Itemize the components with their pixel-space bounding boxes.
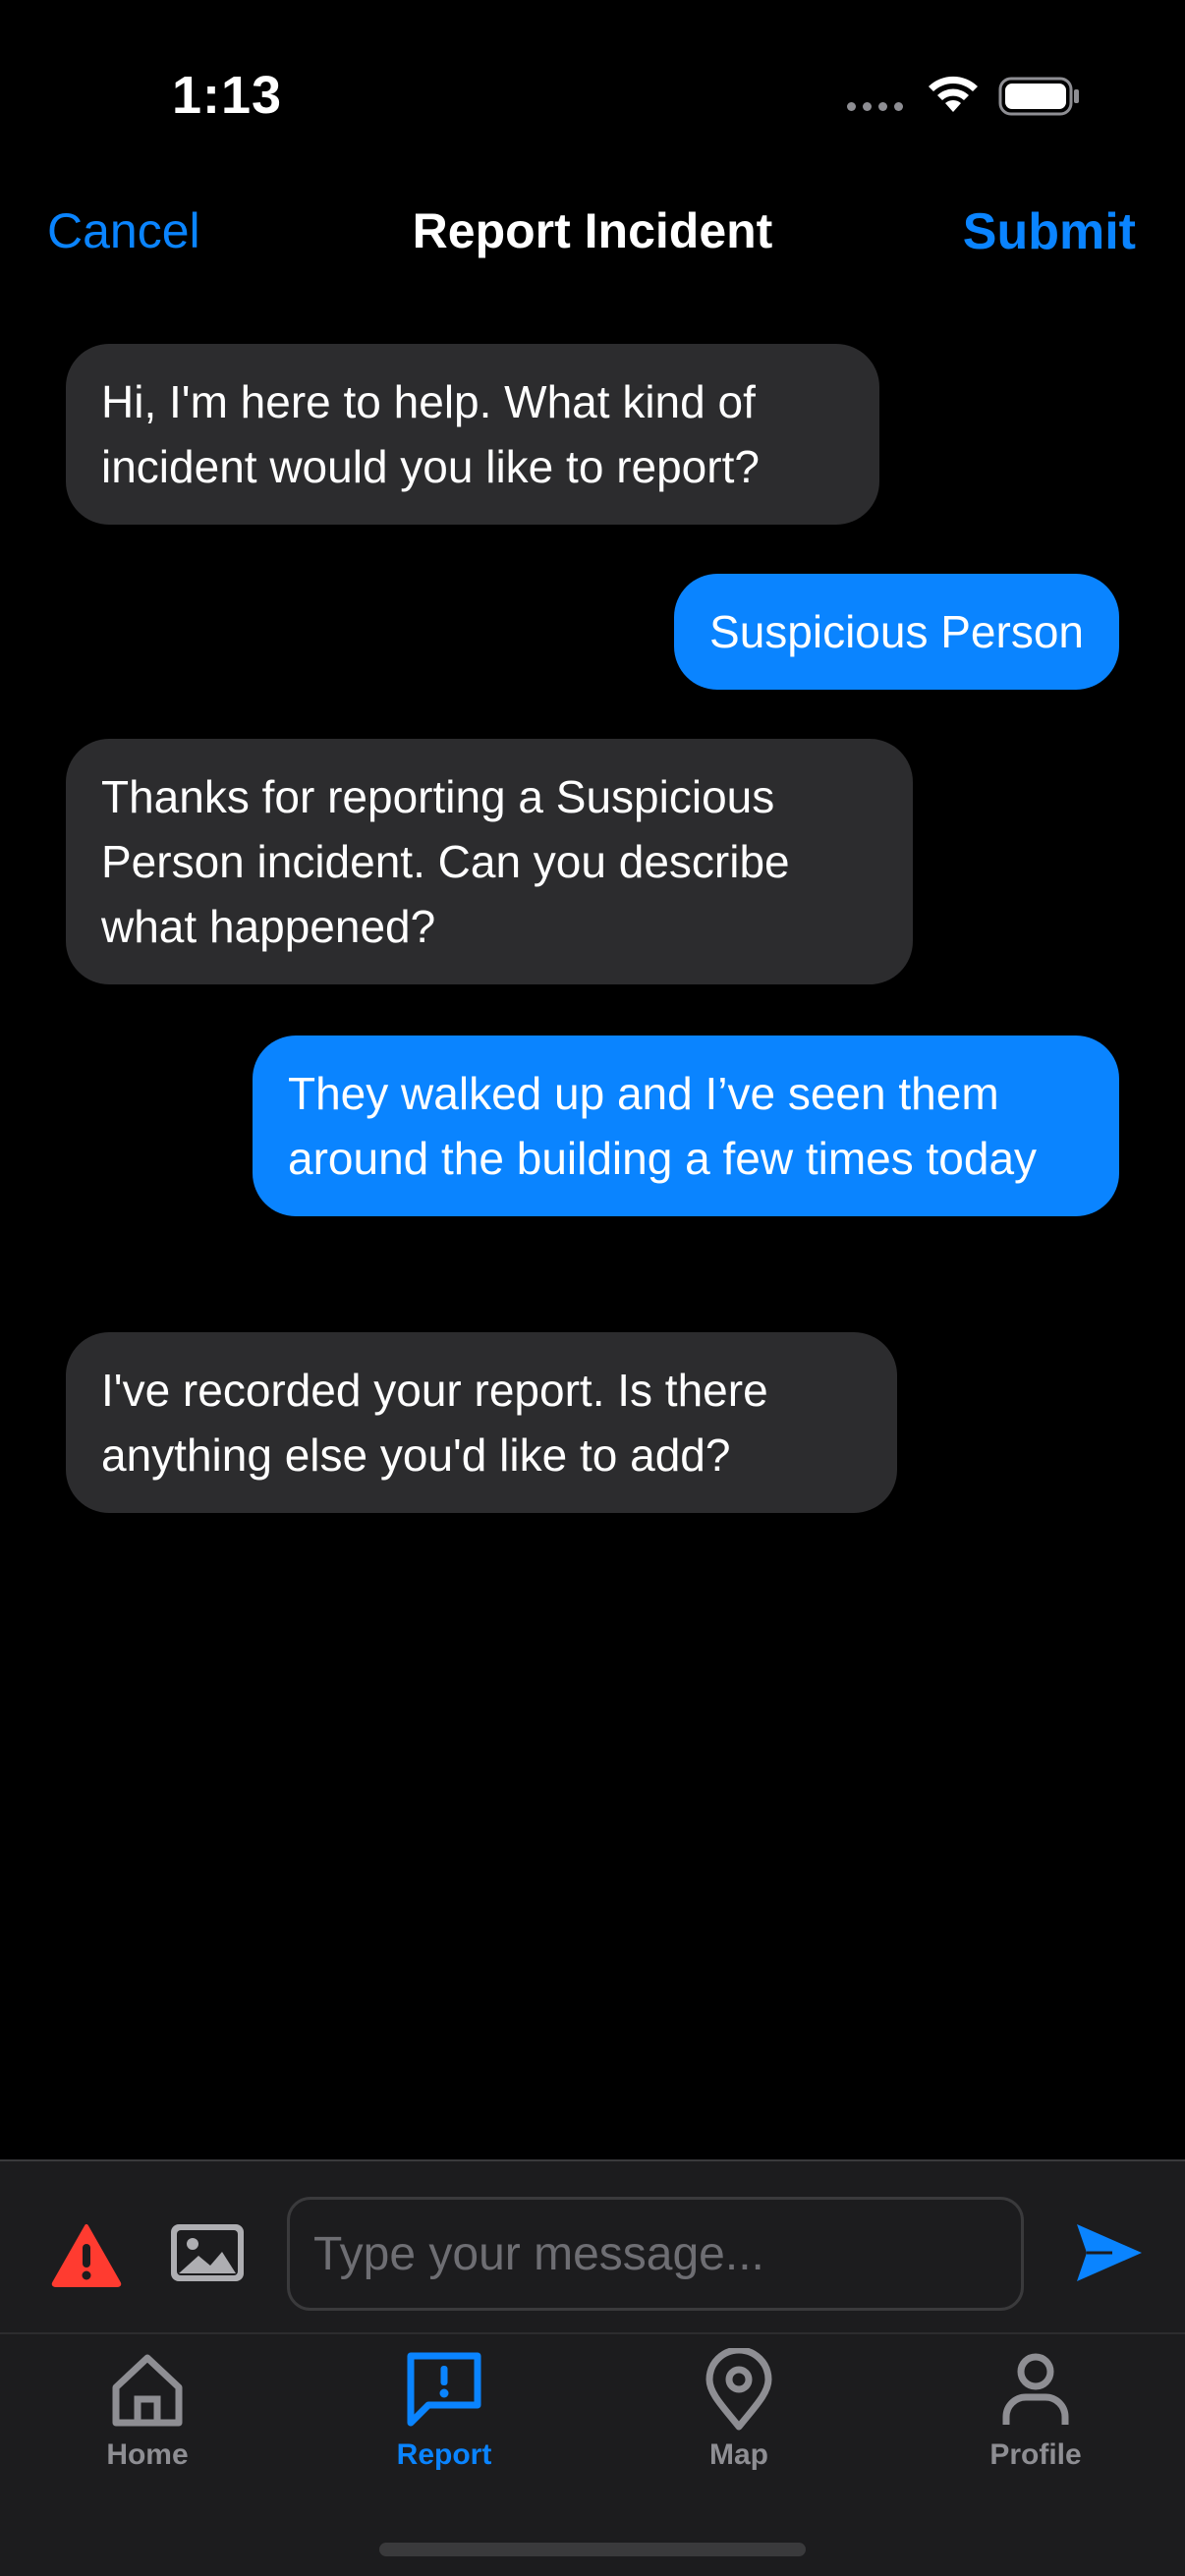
person-icon	[1002, 2353, 1069, 2425]
status-bar: 1:13	[0, 0, 1185, 187]
tab-bar: Home Report Map Profile	[0, 2332, 1185, 2576]
tab-label: Map	[709, 2438, 768, 2471]
bot-message: Thanks for reporting a Suspicious Person…	[66, 739, 913, 984]
user-message: Suspicious Person	[674, 574, 1119, 690]
tab-home[interactable]: Home	[49, 2348, 246, 2495]
submit-button[interactable]: Submit	[963, 202, 1136, 261]
map-pin-icon	[705, 2348, 772, 2431]
tab-label: Profile	[989, 2438, 1082, 2471]
tab-profile[interactable]: Profile	[937, 2348, 1134, 2495]
message-composer	[0, 2159, 1185, 2332]
battery-icon	[998, 77, 1079, 116]
tab-label: Home	[106, 2438, 189, 2471]
wifi-icon	[929, 76, 978, 112]
house-icon	[112, 2354, 183, 2427]
message-input[interactable]	[287, 2197, 1024, 2311]
chat-thread: Hi, I'm here to help. What kind of incid…	[0, 344, 1185, 2161]
bot-message: Hi, I'm here to help. What kind of incid…	[66, 344, 879, 525]
home-indicator[interactable]	[379, 2543, 806, 2556]
tab-label: Report	[396, 2438, 492, 2471]
user-message: They walked up and I’ve seen them around…	[253, 1036, 1119, 1216]
bot-message: I've recorded your report. Is there anyt…	[66, 1332, 897, 1513]
alert-triangle-icon[interactable]	[51, 2222, 122, 2287]
photo-icon[interactable]	[169, 2222, 246, 2283]
cellular-signal-icon	[847, 102, 903, 111]
tab-report[interactable]: Report	[346, 2348, 542, 2495]
cancel-button[interactable]: Cancel	[47, 202, 200, 259]
tab-map[interactable]: Map	[641, 2348, 837, 2495]
nav-bar: Cancel Report Incident Submit	[0, 187, 1185, 334]
report-bubble-icon	[407, 2352, 481, 2427]
status-time: 1:13	[172, 66, 283, 125]
send-icon[interactable]	[1073, 2220, 1144, 2285]
